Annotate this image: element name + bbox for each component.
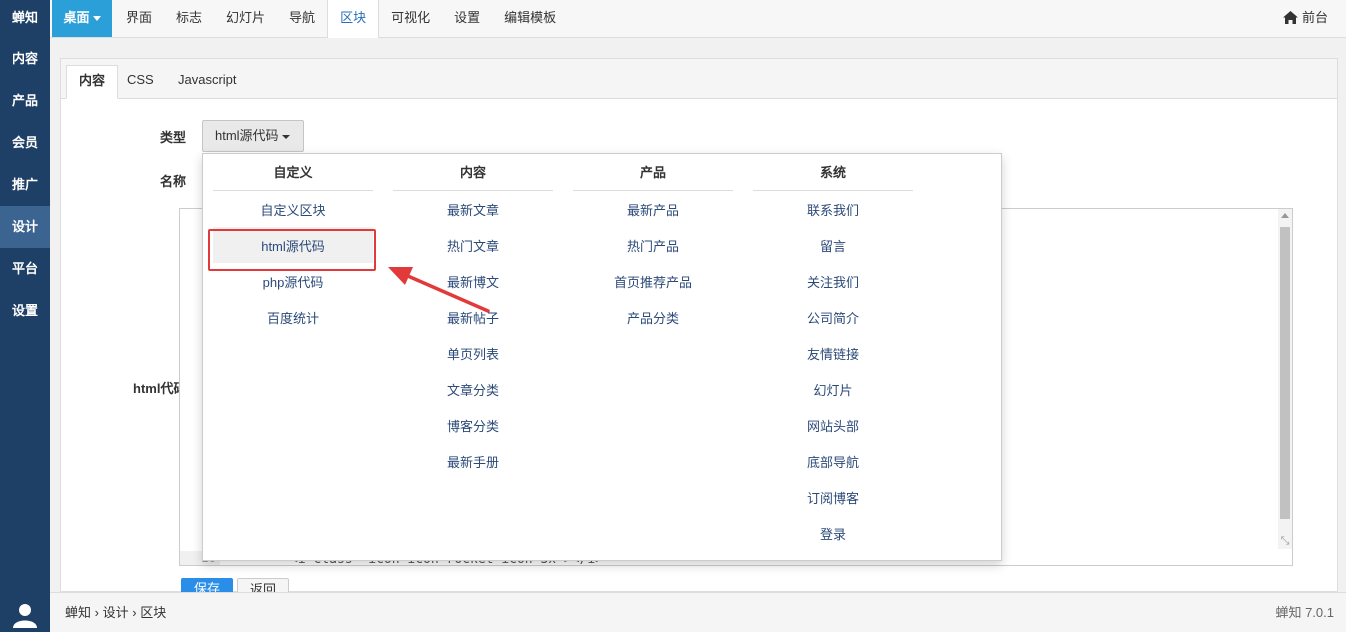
dropdown-item[interactable]: 博客分类 <box>393 407 553 443</box>
dropdown-item[interactable]: 联系我们 <box>753 191 913 227</box>
home-icon <box>1282 11 1298 24</box>
dropdown-item[interactable]: 百度统计 <box>213 299 373 335</box>
annotation-highlight-box <box>208 229 376 271</box>
menu-settings[interactable]: 设置 <box>442 0 492 37</box>
breadcrumb: 蝉知 › 设计 › 区块 <box>65 593 166 632</box>
sidebar-item-platform[interactable]: 平台 <box>0 248 50 290</box>
tab-content[interactable]: 内容 <box>66 65 119 99</box>
caret-down-icon <box>92 16 101 22</box>
sidebar-item-settings[interactable]: 设置 <box>0 290 50 332</box>
frontend-label: 前台 <box>1301 10 1328 25</box>
dropdown-item[interactable]: 公司简介 <box>753 299 913 335</box>
dropdown-item[interactable]: 友情链接 <box>753 335 913 371</box>
dropdown-item[interactable]: 留言 <box>753 227 913 263</box>
column-heading: 系统 <box>753 154 913 191</box>
dropdown-column-product: 产品 最新产品 热门产品 首页推荐产品 产品分类 <box>573 154 733 335</box>
column-heading: 内容 <box>393 154 553 191</box>
tab-javascript[interactable]: Javascript <box>166 65 249 99</box>
menu-interface[interactable]: 界面 <box>114 0 164 37</box>
menu-edit-template[interactable]: 编辑模板 <box>492 0 568 37</box>
dropdown-item[interactable]: 最新手册 <box>393 443 553 479</box>
scroll-thumb[interactable] <box>1280 227 1290 519</box>
dropdown-item[interactable]: 热门产品 <box>573 227 733 263</box>
version-text: 蝉知 7.0.1 <box>1275 605 1334 620</box>
block-type-dropdown: 自定义 自定义区块 html源代码 php源代码 百度统计 内容 最新文章 热门… <box>202 153 1002 561</box>
menu-visual[interactable]: 可视化 <box>379 0 442 37</box>
menu-slides[interactable]: 幻灯片 <box>214 0 277 37</box>
user-avatar-icon[interactable] <box>12 602 38 628</box>
sidebar-item-promotion[interactable]: 推广 <box>0 164 50 206</box>
column-heading: 产品 <box>573 154 733 191</box>
caret-down-icon <box>281 134 290 139</box>
chevron-right-icon: › <box>94 605 103 620</box>
scroll-up-arrow-icon[interactable] <box>1281 213 1289 218</box>
resize-handle-icon[interactable]: ⤡ <box>1279 535 1291 547</box>
dropdown-item[interactable]: 自定义区块 <box>213 191 373 227</box>
tab-css[interactable]: CSS <box>115 65 166 99</box>
name-label: 名称 <box>160 174 187 189</box>
sidebar-item-product[interactable]: 产品 <box>0 80 50 122</box>
footer-bar: 蝉知 › 设计 › 区块 蝉知 7.0.1 <box>50 592 1346 632</box>
breadcrumb-item-blocks: 区块 <box>140 605 167 620</box>
breadcrumb-item-home[interactable]: 蝉知 <box>65 605 91 620</box>
dropdown-item[interactable]: 首页推荐产品 <box>573 263 733 299</box>
sidebar-item-member[interactable]: 会员 <box>0 122 50 164</box>
dropdown-item[interactable]: 最新文章 <box>393 191 553 227</box>
dropdown-item[interactable]: 单页列表 <box>393 335 553 371</box>
dropdown-item[interactable]: 订阅博客 <box>753 479 913 515</box>
column-heading: 自定义 <box>213 154 373 191</box>
desktop-dropdown-button[interactable]: 桌面 <box>52 0 112 37</box>
menu-blocks[interactable]: 区块 <box>327 0 380 38</box>
top-menu: 界面 标志 幻灯片 导航 区块 可视化 设置 编辑模板 <box>114 0 568 38</box>
tab-bar: 内容 CSS Javascript <box>61 59 1337 99</box>
dropdown-item[interactable]: 产品分类 <box>573 299 733 335</box>
dropdown-item[interactable]: 热门文章 <box>393 227 553 263</box>
chevron-right-icon: › <box>132 605 141 620</box>
type-select-button[interactable]: html源代码 <box>202 120 304 152</box>
menu-logo[interactable]: 标志 <box>164 0 214 37</box>
sidebar-item-design[interactable]: 设计 <box>0 206 50 248</box>
editor-scrollbar[interactable] <box>1278 209 1292 549</box>
dropdown-item[interactable]: 网站头部 <box>753 407 913 443</box>
dropdown-item[interactable]: 底部导航 <box>753 443 913 479</box>
frontend-link[interactable]: 前台 <box>1282 0 1328 36</box>
sidebar-item-content[interactable]: 内容 <box>0 38 50 80</box>
type-select-value: html源代码 <box>215 128 279 143</box>
type-label: 类型 <box>160 130 187 145</box>
top-navbar: 桌面 界面 标志 幻灯片 导航 区块 可视化 设置 编辑模板 前台 <box>50 0 1346 38</box>
brand-logo[interactable]: 蝉知 <box>0 0 50 38</box>
breadcrumb-item-design[interactable]: 设计 <box>103 605 129 620</box>
dropdown-item[interactable]: 最新产品 <box>573 191 733 227</box>
sidebar: 蝉知 内容 产品 会员 推广 设计 平台 设置 <box>0 0 50 632</box>
dropdown-item[interactable]: 幻灯片 <box>753 371 913 407</box>
desktop-label: 桌面 <box>63 10 90 25</box>
dropdown-item[interactable]: 登录 <box>753 515 913 551</box>
menu-navigation[interactable]: 导航 <box>277 0 327 37</box>
dropdown-item[interactable]: 关注我们 <box>753 263 913 299</box>
dropdown-column-system: 系统 联系我们 留言 关注我们 公司简介 友情链接 幻灯片 网站头部 底部导航 … <box>753 154 913 551</box>
annotation-arrow-icon <box>388 267 490 313</box>
dropdown-item[interactable]: 文章分类 <box>393 371 553 407</box>
